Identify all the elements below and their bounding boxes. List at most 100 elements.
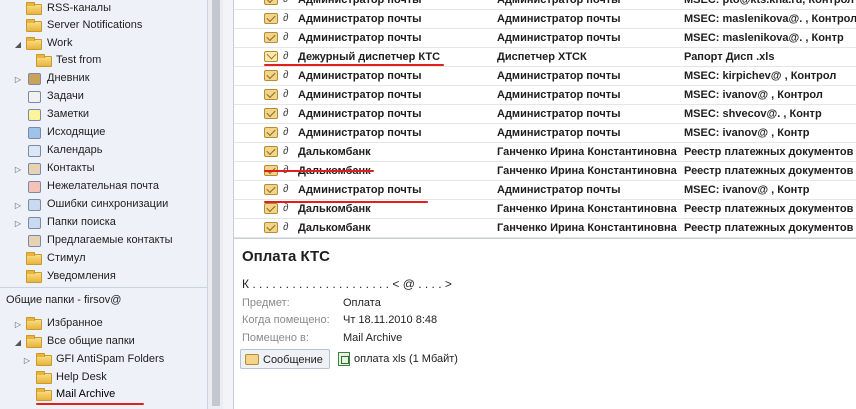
folder-notes[interactable]: Заметки — [0, 106, 207, 124]
message-from: Администратор почты — [298, 13, 422, 25]
reply-envelope-icon — [264, 146, 278, 157]
folder-search-folders[interactable]: ▷ Папки поиска — [0, 214, 207, 232]
message-subject: Реестр платежных документов — [684, 165, 854, 177]
folder-suggested-contacts[interactable]: Предлагаемые контакты — [0, 232, 207, 250]
folder-label: RSS-каналы — [47, 2, 111, 14]
reply-envelope-icon — [264, 184, 278, 195]
folder-mail-archive[interactable]: Mail Archive — [0, 386, 207, 404]
message-row[interactable]: ∂ Администратор почты Администратор почты M… — [234, 124, 856, 143]
folder-label: Нежелательная почта — [47, 180, 159, 192]
folder-icon — [26, 252, 42, 266]
folder-tasks[interactable]: Задачи — [0, 88, 207, 106]
message-from: Администратор почты — [298, 70, 422, 82]
tasks-icon — [27, 90, 43, 104]
excel-file-icon — [338, 352, 350, 366]
folder-sync-issues[interactable]: ▷ Ошибки синхронизации — [0, 196, 207, 214]
expand-icon[interactable]: ▷ — [13, 200, 23, 210]
subject-label: Предмет: — [242, 297, 290, 309]
folder-contacts[interactable]: ▷ Контакты — [0, 160, 207, 178]
sync-issues-icon — [27, 198, 43, 212]
message-title: Оплата КТС — [242, 248, 330, 265]
message-from: Далькомбанк — [298, 203, 371, 215]
calendar-icon — [27, 144, 43, 158]
public-folder-icon — [36, 371, 52, 385]
expand-icon[interactable]: ▷ — [13, 218, 23, 228]
nav-divider — [0, 287, 207, 288]
message-subject: MSEC: maslenikova@. , Контр — [684, 32, 844, 44]
message-from: Далькомбанк — [298, 222, 371, 234]
message-tab[interactable]: Сообщение — [240, 349, 330, 369]
message-to: Ганченко Ирина Константиновна — [497, 165, 677, 177]
contacts-icon — [27, 162, 43, 176]
folder-server-notifications[interactable]: Server Notifications — [0, 17, 207, 35]
folder-notifications[interactable]: Уведомления — [0, 268, 207, 286]
folder-rss[interactable]: RSS-каналы — [0, 0, 207, 18]
message-row[interactable]: ∂ Администратор почты Администратор почты M… — [234, 181, 856, 200]
expand-icon[interactable]: ▷ — [13, 164, 23, 174]
message-from: Администратор почты — [298, 0, 422, 6]
folder-label: Задачи — [47, 90, 84, 102]
message-row[interactable]: ∂ Администратор почты Администратор почты M… — [234, 0, 856, 10]
folder-label: Mail Archive — [56, 388, 116, 400]
public-folder-icon — [36, 388, 52, 402]
folder-icon — [26, 270, 42, 284]
attachment-icon: ∂ — [283, 31, 289, 43]
message-row[interactable]: ∂ Далькомбанк Ганченко Ирина Константиновн… — [234, 219, 856, 238]
folder-label: GFI AntiSpam Folders — [56, 353, 165, 365]
collapse-icon[interactable]: ◢ — [13, 337, 23, 347]
message-subject: Рапорт Дисп .xls — [684, 51, 775, 63]
attachment-icon: ∂ — [283, 69, 289, 81]
folder-label: Предлагаемые контакты — [47, 234, 173, 246]
message-to: Администратор почты — [497, 32, 621, 44]
message-to: Администратор почты — [497, 0, 621, 6]
reply-envelope-icon — [264, 222, 278, 233]
folder-journal[interactable]: ▷ Дневник — [0, 70, 207, 88]
folder-icon — [26, 19, 42, 33]
folder-help-desk[interactable]: Help Desk — [0, 369, 207, 387]
message-to: Ганченко Ирина Константиновна — [497, 203, 677, 215]
favorites-folder-icon — [26, 317, 42, 331]
folder-label: Дневник — [47, 72, 90, 84]
folder-gfi-antispam[interactable]: ▷ GFI AntiSpam Folders — [0, 351, 207, 369]
public-folders-header[interactable]: Общие папки - firsov@ — [0, 292, 207, 310]
folder-icon — [36, 54, 52, 68]
collapse-icon[interactable]: ◢ — [13, 39, 23, 49]
annotation-underline — [36, 403, 144, 405]
folder-outbox[interactable]: Исходящие — [0, 124, 207, 142]
message-tab-label: Сообщение — [263, 354, 323, 366]
scrollbar-thumb[interactable] — [212, 0, 220, 406]
message-row[interactable]: ∂ Далькомбанк Ганченко Ирина Константиновн… — [234, 143, 856, 162]
folder-work[interactable]: ◢ Work — [0, 35, 207, 53]
nav-scrollbar[interactable] — [207, 0, 223, 409]
folder-label: Заметки — [47, 108, 90, 120]
attachment-icon: ∂ — [283, 145, 289, 157]
folder-calendar[interactable]: Календарь — [0, 142, 207, 160]
search-folders-icon — [27, 216, 43, 230]
folder-junk[interactable]: Нежелательная почта — [0, 178, 207, 196]
message-sender[interactable]: К . . . . . . . . . . . . . . . . . . . … — [242, 277, 452, 291]
message-row[interactable]: ∂ Администратор почты Администратор почты M… — [234, 10, 856, 29]
folder-label: Календарь — [47, 144, 103, 156]
attachment-icon: ∂ — [283, 126, 289, 138]
folder-label: Стимул — [47, 252, 86, 264]
message-row[interactable]: ∂ Администратор почты Администратор почты M… — [234, 86, 856, 105]
attachment-icon: ∂ — [283, 50, 289, 62]
folder-favorites[interactable]: ▷ Избранное — [0, 315, 207, 333]
folder-test-from[interactable]: Test from — [0, 52, 207, 70]
folder-stimul[interactable]: Стимул — [0, 250, 207, 268]
message-to: Ганченко Ирина Константиновна — [497, 222, 677, 234]
message-row[interactable]: ∂ Администратор почты Администратор почты M… — [234, 67, 856, 86]
attachment-icon: ∂ — [283, 0, 288, 5]
message-subject: Реестр платежных документов — [684, 203, 854, 215]
folder-label: Исходящие — [47, 126, 106, 138]
message-row[interactable]: ∂ Администратор почты Администратор почты M… — [234, 29, 856, 48]
public-folder-icon — [36, 353, 52, 367]
expand-icon[interactable]: ▷ — [13, 319, 23, 329]
attachment-label: оплата xls (1 Мбайт) — [354, 353, 458, 365]
message-row[interactable]: ∂ Администратор почты Администратор почты M… — [234, 105, 856, 124]
pane-splitter[interactable] — [223, 0, 234, 409]
message-subject: Реестр платежных документов — [684, 146, 854, 158]
expand-icon[interactable]: ▷ — [22, 355, 32, 365]
folder-all-public[interactable]: ◢ Все общие папки — [0, 333, 207, 351]
expand-icon[interactable]: ▷ — [13, 74, 23, 84]
